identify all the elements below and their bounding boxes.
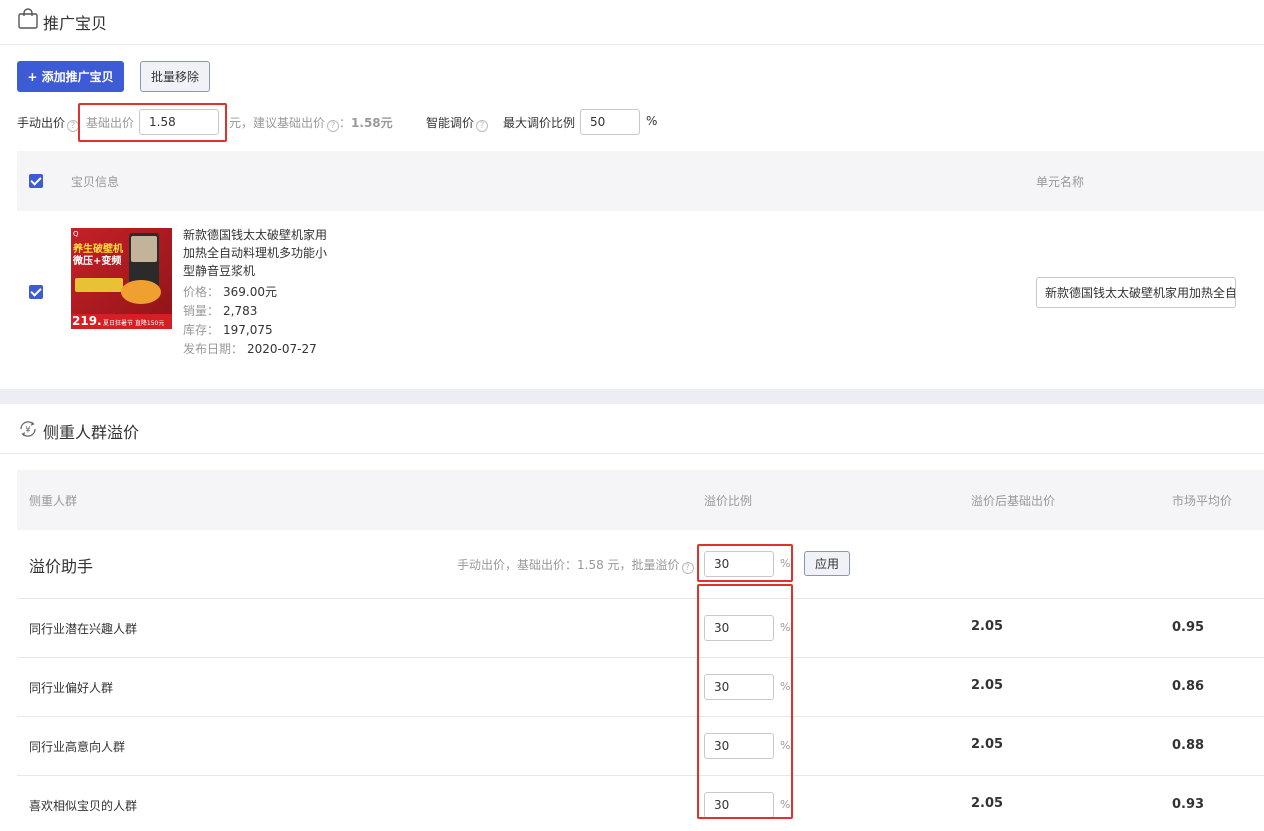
promote-section-header xyxy=(0,0,1264,45)
row-divider xyxy=(17,775,1264,776)
question-circle-icon[interactable]: ? xyxy=(681,562,694,574)
max-ratio-input[interactable]: 50 xyxy=(580,109,640,135)
col-market-avg: 市场平均价 xyxy=(1172,494,1233,508)
image-price: 219. xyxy=(72,314,102,328)
row-divider xyxy=(17,716,1264,717)
select-all-checkbox[interactable] xyxy=(29,174,43,188)
crowd-name: 同行业偏好人群 xyxy=(29,681,114,695)
section-divider xyxy=(0,389,1264,404)
col-unit-name: 单元名称 xyxy=(1036,175,1085,189)
question-circle-icon[interactable]: ? xyxy=(327,120,340,132)
row-divider xyxy=(17,657,1264,658)
market-avg-price: 0.93 xyxy=(1172,797,1205,812)
premium-assistant-label: 溢价助手 xyxy=(29,557,94,576)
after-premium-bid: 2.05 xyxy=(971,796,1004,811)
market-avg-price: 0.95 xyxy=(1172,620,1205,635)
crowd-name: 同行业高意向人群 xyxy=(29,740,126,754)
manual-bid-label: 手动出价? xyxy=(17,114,80,132)
premium-section-title: 侧重人群溢价 xyxy=(43,423,140,442)
row-divider xyxy=(17,598,1264,599)
svg-text:¥: ¥ xyxy=(25,426,31,436)
crowd-name: 同行业潜在兴趣人群 xyxy=(29,622,138,636)
market-avg-price: 0.88 xyxy=(1172,738,1205,753)
promote-section-title: 推广宝贝 xyxy=(43,14,108,33)
image-banner: 夏日狂暑节 直降150元 xyxy=(103,320,165,327)
question-circle-icon[interactable]: ? xyxy=(476,120,489,132)
suggested-bid-label: 元，建议基础出价? ：1.58元 xyxy=(229,116,393,132)
premium-section-header xyxy=(0,404,1264,454)
assistant-ratio-highlight xyxy=(697,544,793,582)
premium-assistant-hint: 手动出价，基础出价：1.58 元，批量溢价? xyxy=(457,556,694,574)
product-date: 发布日期： 2020-07-27 xyxy=(183,342,317,356)
unit-name-input[interactable]: 新款德国钱太太破壁机家用加热全自 xyxy=(1036,277,1236,308)
after-premium-bid: 2.05 xyxy=(971,619,1004,634)
col-after-bid: 溢价后基础出价 xyxy=(971,494,1056,508)
yen-cycle-icon: ¥ xyxy=(20,421,36,437)
premium-table-header xyxy=(17,470,1264,530)
shopping-bag-icon xyxy=(18,8,38,29)
after-premium-bid: 2.05 xyxy=(971,737,1004,752)
crowd-name: 喜欢相似宝贝的人群 xyxy=(29,799,138,813)
image-subline: 微压+变频 xyxy=(73,256,122,267)
col-ratio: 溢价比例 xyxy=(704,494,753,508)
base-bid-highlight xyxy=(78,103,227,142)
ratio-column-highlight xyxy=(697,584,793,819)
max-ratio-label: 最大调价比例 xyxy=(503,116,576,130)
product-image[interactable]: Q 养生破壁机 微压+变频 219. 夏日狂暑节 直降150元 xyxy=(71,228,172,329)
batch-remove-button[interactable]: 批量移除 xyxy=(140,61,210,92)
product-stock: 库存： 197,075 xyxy=(183,323,273,337)
product-sales: 销量： 2,783 xyxy=(183,304,258,318)
after-premium-bid: 2.05 xyxy=(971,678,1004,693)
product-price: 价格： 369.00元 xyxy=(183,285,278,299)
brand-logo: Q xyxy=(73,230,79,238)
apply-button[interactable]: 应用 xyxy=(804,551,850,576)
col-product-info: 宝贝信息 xyxy=(71,175,120,189)
product-row-checkbox[interactable] xyxy=(29,285,43,299)
col-crowd: 侧重人群 xyxy=(29,494,78,508)
suggested-bid-value: 1.58元 xyxy=(351,116,393,130)
product-title[interactable]: 新款德国钱太太破壁机家用加热全自动料理机多功能小型静音豆浆机 xyxy=(183,226,333,280)
add-promote-item-button[interactable]: + 添加推广宝贝 xyxy=(17,61,124,92)
percent-sign: % xyxy=(646,114,658,128)
market-avg-price: 0.86 xyxy=(1172,679,1205,694)
smart-adjust-label: 智能调价? xyxy=(426,114,489,132)
